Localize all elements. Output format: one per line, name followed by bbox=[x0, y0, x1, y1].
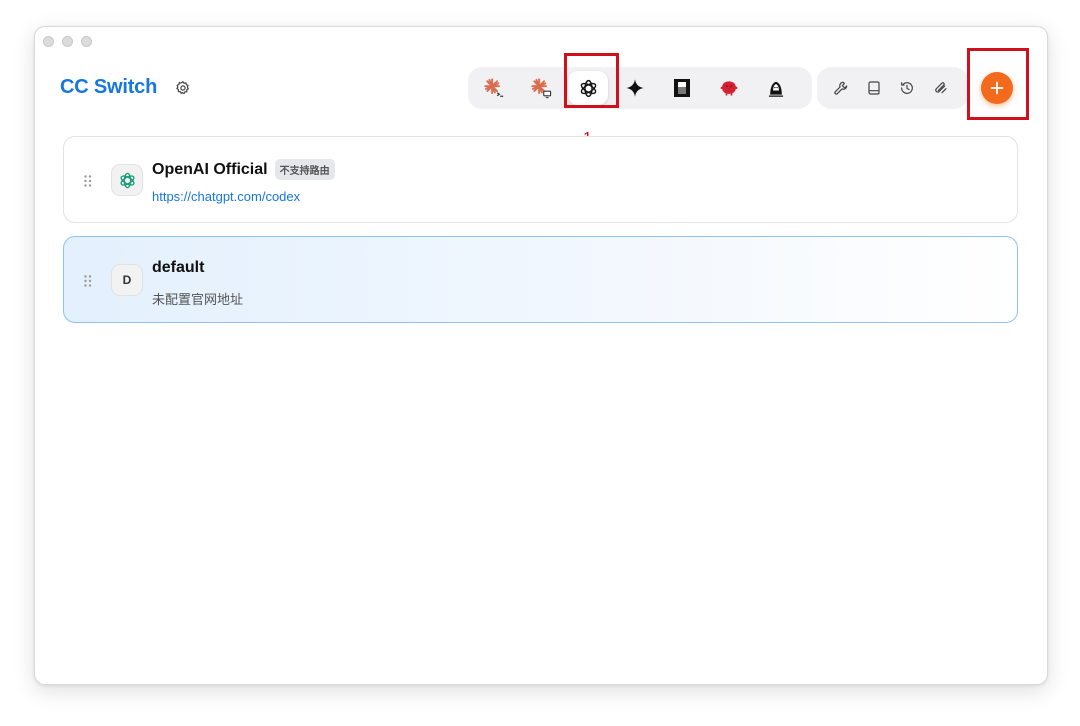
provider-avatar: D bbox=[111, 264, 143, 296]
history-button[interactable] bbox=[890, 71, 923, 105]
app-tab-mascot[interactable] bbox=[709, 71, 749, 105]
openai-icon bbox=[119, 172, 135, 188]
character-icon bbox=[768, 81, 784, 97]
tools-button[interactable] bbox=[824, 71, 857, 105]
gear-icon bbox=[176, 80, 190, 94]
provider-title-row: OpenAI Official 不支持路由 bbox=[152, 159, 335, 180]
app-title: CC Switch bbox=[60, 76, 158, 98]
app-window: CC Switch OpenAI Official 不支持路由 https://… bbox=[34, 26, 1048, 685]
docs-button[interactable] bbox=[857, 71, 890, 105]
provider-avatar bbox=[111, 164, 143, 196]
provider-subtitle: 未配置官网地址 bbox=[152, 292, 244, 307]
opencode-icon bbox=[674, 79, 690, 97]
provider-card-default[interactable]: D default 未配置官网地址 bbox=[63, 236, 1018, 323]
utility-toolbar bbox=[817, 67, 968, 109]
app-tab-claude-code[interactable] bbox=[474, 71, 514, 105]
app-tab-claude-desktop[interactable] bbox=[521, 71, 561, 105]
window-controls bbox=[43, 36, 92, 47]
settings-button[interactable] bbox=[174, 79, 192, 97]
wrench-icon bbox=[833, 81, 847, 95]
provider-name: OpenAI Official bbox=[152, 160, 268, 178]
grip-dots-icon bbox=[84, 275, 92, 287]
app-tab-character[interactable] bbox=[756, 71, 796, 105]
provider-title-row: default bbox=[152, 259, 204, 277]
provider-url-link[interactable]: https://chatgpt.com/codex bbox=[152, 189, 300, 204]
app-header: CC Switch bbox=[60, 76, 192, 99]
annotation-box-1 bbox=[564, 53, 619, 108]
provider-name: default bbox=[152, 259, 205, 276]
zoom-window-button[interactable] bbox=[81, 36, 92, 47]
history-icon bbox=[900, 82, 913, 94]
mascot-icon bbox=[720, 81, 738, 96]
paperclip-icon bbox=[934, 82, 947, 94]
routing-badge: 不支持路由 bbox=[274, 159, 335, 180]
book-icon bbox=[867, 81, 880, 95]
drag-handle[interactable] bbox=[84, 174, 92, 192]
claude-desktop-icon bbox=[531, 78, 552, 99]
claude-code-icon bbox=[484, 78, 504, 97]
minimize-window-button[interactable] bbox=[62, 36, 73, 47]
app-tab-opencode[interactable] bbox=[662, 71, 702, 105]
drag-handle[interactable] bbox=[84, 274, 92, 292]
provider-card-openai-official[interactable]: OpenAI Official 不支持路由 https://chatgpt.co… bbox=[63, 136, 1018, 223]
gemini-sparkle-icon bbox=[626, 79, 644, 97]
annotation-box-2 bbox=[967, 48, 1029, 120]
grip-dots-icon bbox=[84, 175, 92, 187]
app-tab-gemini[interactable] bbox=[615, 71, 655, 105]
close-window-button[interactable] bbox=[43, 36, 54, 47]
app-switcher bbox=[468, 67, 812, 109]
attachments-button[interactable] bbox=[923, 71, 956, 105]
